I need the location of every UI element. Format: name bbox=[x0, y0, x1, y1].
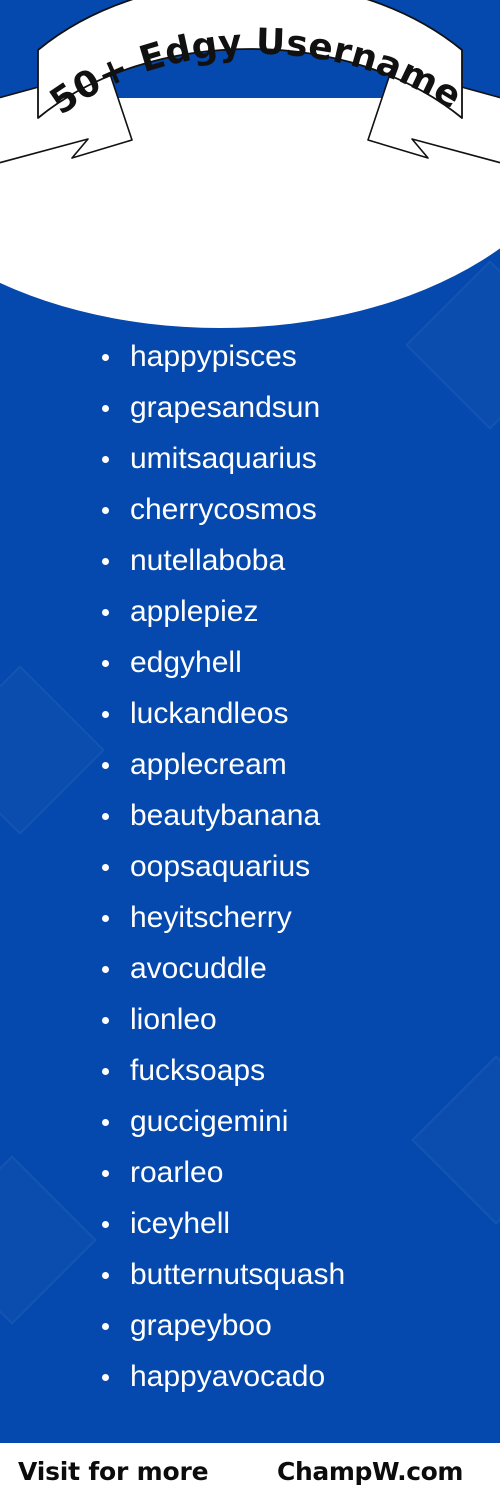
username-label: grapeyboo bbox=[130, 1309, 272, 1342]
pinterest-infographic: 350+ Edgy Usernames fishandchipzheyimaar… bbox=[0, 0, 500, 1500]
bullet-icon bbox=[102, 1272, 109, 1279]
bullet-icon bbox=[102, 1221, 109, 1228]
bullet-icon bbox=[102, 405, 109, 412]
list-item: lionleo bbox=[0, 994, 500, 1045]
bullet-icon bbox=[102, 762, 109, 769]
bullet-icon bbox=[102, 1119, 109, 1126]
username-label: luckandleos bbox=[130, 697, 288, 730]
list-item: avocuddle bbox=[0, 943, 500, 994]
username-label: fishandchipz bbox=[130, 187, 297, 220]
bullet-icon bbox=[102, 1170, 109, 1177]
bullet-icon bbox=[102, 1323, 109, 1330]
list-item: happypisces bbox=[0, 331, 500, 382]
visit-for-more-label: Visit for more bbox=[18, 1457, 208, 1486]
list-item: fucksoaps bbox=[0, 1045, 500, 1096]
username-label: oopsaquarius bbox=[130, 850, 310, 883]
bullet-icon bbox=[102, 252, 109, 259]
username-list: fishandchipz heyimaaries lovehatelove happy… bbox=[0, 178, 500, 1402]
username-label: fucksoaps bbox=[130, 1054, 265, 1087]
list-item: iceyhell bbox=[0, 1198, 500, 1249]
bullet-icon bbox=[102, 558, 109, 565]
bullet-icon bbox=[102, 660, 109, 667]
username-label: happyavocado bbox=[130, 1360, 325, 1393]
list-item: heyitscherry bbox=[0, 892, 500, 943]
username-label: applepiez bbox=[130, 595, 258, 628]
bullet-icon bbox=[102, 1374, 109, 1381]
username-label: nutellaboba bbox=[130, 544, 285, 577]
username-label: iceyhell bbox=[130, 1207, 230, 1240]
list-item: applepiez bbox=[0, 586, 500, 637]
brand-label[interactable]: ChampW.com bbox=[277, 1457, 463, 1486]
username-label: lovehatelove bbox=[130, 289, 298, 322]
footer-bar: Visit for more ChampW.com bbox=[0, 1443, 500, 1500]
bullet-icon bbox=[102, 813, 109, 820]
list-item: roarleo bbox=[0, 1147, 500, 1198]
bullet-icon bbox=[102, 507, 109, 514]
username-label: happypisces bbox=[130, 340, 297, 373]
username-label: cherrycosmos bbox=[130, 493, 317, 526]
bullet-icon bbox=[102, 303, 109, 310]
bullet-icon bbox=[102, 609, 109, 616]
list-item: umitsaquarius bbox=[0, 433, 500, 484]
list-item: luckandleos bbox=[0, 688, 500, 739]
username-label: grapesandsun bbox=[130, 391, 320, 424]
username-label: umitsaquarius bbox=[130, 442, 317, 475]
list-item: fishandchipz bbox=[0, 178, 500, 229]
username-label: roarleo bbox=[130, 1156, 223, 1189]
bullet-icon bbox=[102, 966, 109, 973]
username-label: heyimaaries bbox=[130, 238, 292, 271]
username-label: avocuddle bbox=[130, 952, 267, 985]
list-item: grapesandsun bbox=[0, 382, 500, 433]
bullet-icon bbox=[102, 711, 109, 718]
list-item: grapeyboo bbox=[0, 1300, 500, 1351]
bullet-icon bbox=[102, 915, 109, 922]
username-label: guccigemini bbox=[130, 1105, 288, 1138]
list-item: heyimaaries bbox=[0, 229, 500, 280]
username-label: butternutsquash bbox=[130, 1258, 345, 1291]
list-item: happyavocado bbox=[0, 1351, 500, 1402]
list-item: nutellaboba bbox=[0, 535, 500, 586]
ribbon-banner bbox=[0, 0, 500, 185]
list-item: guccigemini bbox=[0, 1096, 500, 1147]
list-item: edgyhell bbox=[0, 637, 500, 688]
bullet-icon bbox=[102, 354, 109, 361]
bullet-icon bbox=[102, 456, 109, 463]
username-label: applecream bbox=[130, 748, 287, 781]
username-label: edgyhell bbox=[130, 646, 242, 679]
bullet-icon bbox=[102, 864, 109, 871]
list-item: butternutsquash bbox=[0, 1249, 500, 1300]
list-item: applecream bbox=[0, 739, 500, 790]
bullet-icon bbox=[102, 201, 109, 208]
bullet-icon bbox=[102, 1017, 109, 1024]
username-label: heyitscherry bbox=[130, 901, 292, 934]
username-label: beautybanana bbox=[130, 799, 320, 832]
list-item: oopsaquarius bbox=[0, 841, 500, 892]
list-item: cherrycosmos bbox=[0, 484, 500, 535]
list-item: beautybanana bbox=[0, 790, 500, 841]
bullet-icon bbox=[102, 1068, 109, 1075]
username-label: lionleo bbox=[130, 1003, 217, 1036]
list-item: lovehatelove bbox=[0, 280, 500, 331]
